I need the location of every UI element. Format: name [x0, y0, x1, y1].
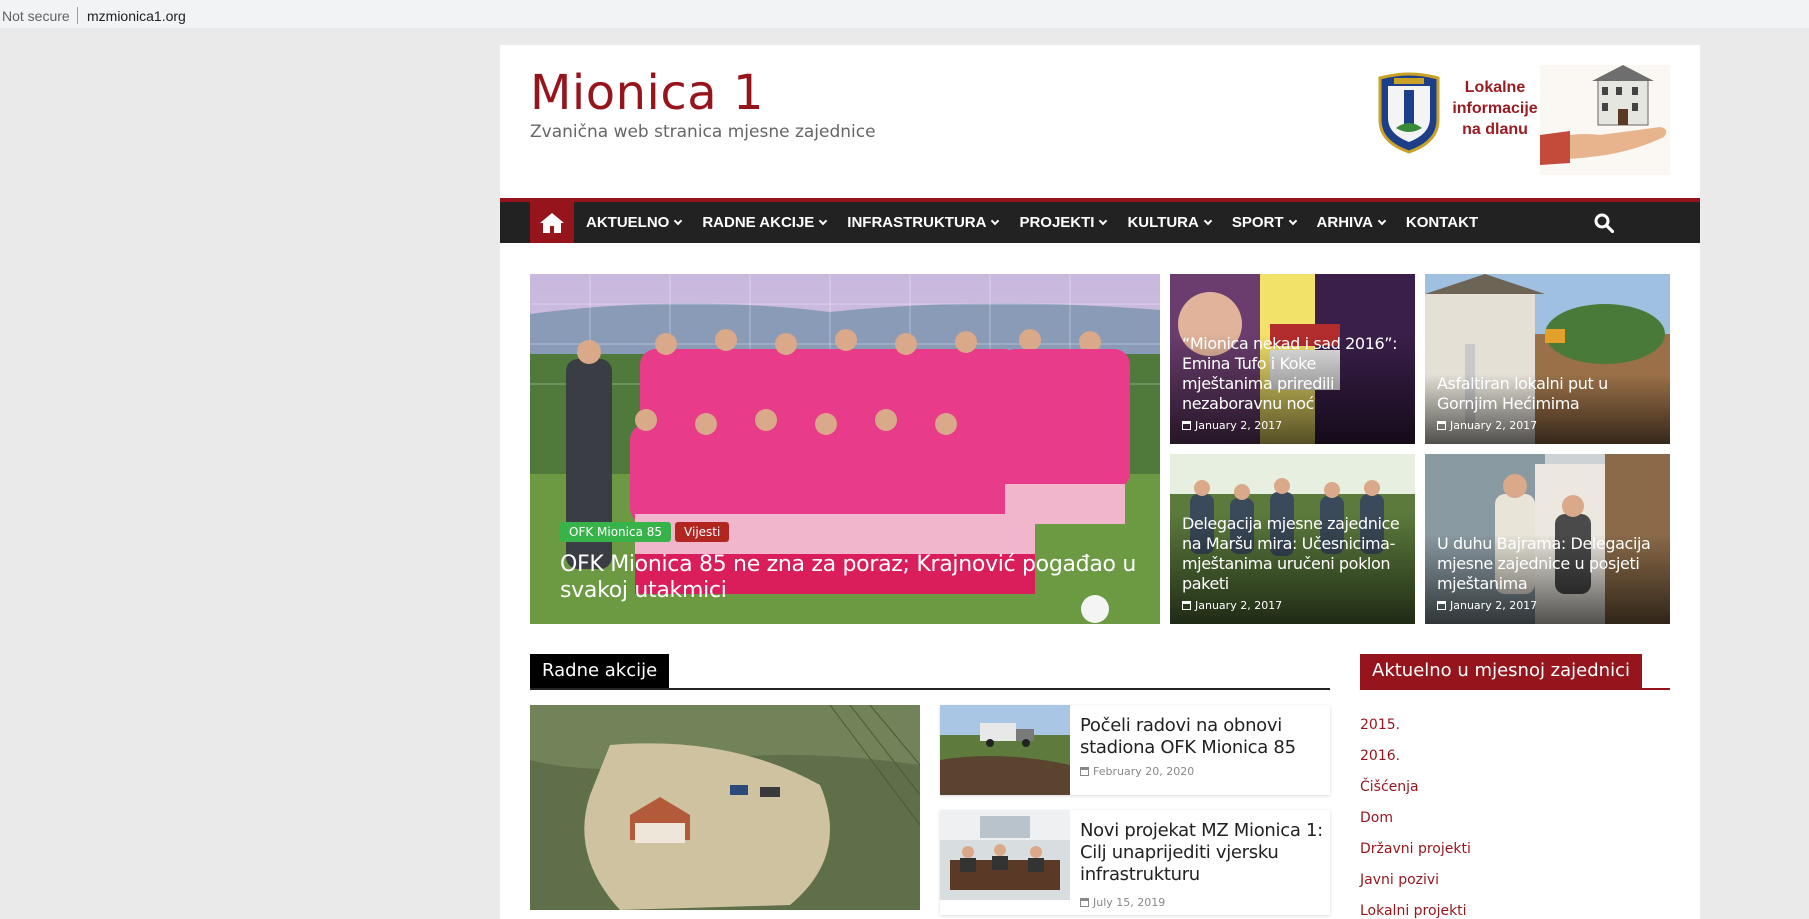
calendar-icon [1182, 601, 1191, 610]
post-thumbnail [940, 705, 1070, 795]
post-caption: Asfaltiran lokalni put u Gornjim Hećimim… [1425, 374, 1670, 444]
grid-post[interactable]: Asfaltiran lokalni put u Gornjim Hećimim… [1425, 274, 1670, 444]
post-title[interactable]: Delegacija mjesne zajednice na Maršu mir… [1182, 514, 1403, 594]
post-date-text: January 2, 2017 [1195, 599, 1283, 612]
browser-address-bar: Not secure mzmionica1.org [0, 0, 1809, 31]
post-title[interactable]: Počeli radovi na obnovi stadiona OFK Mio… [1080, 715, 1325, 759]
featured-post-caption: OFK Mionica 85 Vijesti OFK Mionica 85 ne … [560, 522, 1140, 604]
post-date-text: February 20, 2020 [1093, 765, 1195, 778]
calendar-icon [1437, 601, 1446, 610]
aerial-photo [530, 705, 920, 910]
post-title[interactable]: “Mionica nekad i sad 2016”: Emina Tufo i… [1182, 334, 1403, 414]
chevron-down-icon [1099, 216, 1108, 226]
stadium-works-image [940, 705, 1070, 795]
nav-item-label: KONTAKT [1405, 214, 1479, 231]
nav-item-label: INFRASTRUKTURA [847, 214, 987, 231]
chevron-down-icon [991, 216, 1000, 226]
chevron-down-icon [1288, 216, 1297, 226]
post-caption: Delegacija mjesne zajednice na Maršu mir… [1170, 514, 1415, 624]
post-date: July 15, 2019 [1080, 896, 1165, 909]
nav-item-label: KULTURA [1127, 214, 1199, 231]
chevron-down-icon [1377, 216, 1387, 226]
nav-item-label: ARHIVA [1316, 214, 1373, 231]
nav-item-label: RADNE AKCIJE [702, 214, 815, 231]
main-navigation: AKTUELNO RADNE AKCIJE INFRASTRUKTURA PRO… [500, 198, 1700, 243]
header-banner[interactable]: Lokalne informacije na dlanu [1376, 65, 1670, 175]
site-title[interactable]: Mionica 1 [530, 65, 764, 121]
category-link[interactable]: 2015. [1360, 710, 1471, 741]
post-date: January 2, 2017 [1437, 419, 1658, 432]
category-tag[interactable]: Vijesti [675, 522, 730, 542]
post-date-text: January 2, 2017 [1195, 419, 1283, 432]
category-tag[interactable]: OFK Mionica 85 [560, 522, 672, 542]
home-button[interactable] [530, 202, 574, 243]
category-link[interactable]: 2016. [1360, 741, 1471, 772]
post-caption: “Mionica nekad i sad 2016”: Emina Tufo i… [1170, 334, 1415, 444]
category-link[interactable]: Lokalni projekti [1360, 896, 1471, 919]
address-divider [77, 7, 78, 24]
post-thumbnail [940, 810, 1070, 900]
calendar-icon [1080, 898, 1089, 907]
section-header-radne-akcije: Radne akcije [530, 654, 1330, 690]
nav-item-radne-akcije[interactable]: RADNE AKCIJE [690, 202, 835, 243]
sidebar-title[interactable]: Aktuelno u mjesnoj zajednici [1360, 654, 1642, 688]
page-container: Mionica 1 Zvanična web stranica mjesne z… [500, 45, 1700, 919]
post-date: January 2, 2017 [1437, 599, 1658, 612]
section-title[interactable]: Radne akcije [530, 654, 670, 688]
sidebar-header: Aktuelno u mjesnoj zajednici [1360, 654, 1670, 690]
post-date: January 2, 2017 [1182, 599, 1403, 612]
calendar-icon [1437, 421, 1446, 430]
post-title[interactable]: Asfaltiran lokalni put u Gornjim Hećimim… [1437, 374, 1658, 414]
site-description: Zvanična web stranica mjesne zajednice [530, 122, 876, 142]
post-date-text: January 2, 2017 [1450, 599, 1538, 612]
nav-item-projekti[interactable]: PROJEKTI [1007, 202, 1115, 243]
category-link[interactable]: Državni projekti [1360, 834, 1471, 865]
category-link[interactable]: Čišćenja [1360, 772, 1471, 803]
calendar-icon [1080, 767, 1089, 776]
nav-item-aktuelno[interactable]: AKTUELNO [574, 202, 690, 243]
nav-item-label: AKTUELNO [586, 214, 670, 231]
nav-item-sport[interactable]: SPORT [1220, 202, 1305, 243]
category-list: 2015. 2016. Čišćenja Dom Državni projekt… [1360, 710, 1471, 919]
chevron-down-icon [819, 216, 828, 226]
nav-item-infrastruktura[interactable]: INFRASTRUKTURA [835, 202, 1007, 243]
search-icon[interactable] [1594, 213, 1614, 233]
calendar-icon [1182, 421, 1191, 430]
featured-post[interactable]: OFK Mionica 85 Vijesti OFK Mionica 85 ne … [530, 274, 1160, 624]
post-title[interactable]: U duhu Bajrama: Delegacija mjesne zajedn… [1437, 534, 1658, 594]
hand-with-house-image [1540, 65, 1670, 175]
url-field[interactable]: mzmionica1.org [87, 8, 186, 24]
grid-post[interactable]: U duhu Bajrama: Delegacija mjesne zajedn… [1425, 454, 1670, 624]
nav-item-arhiva[interactable]: ARHIVA [1305, 202, 1394, 243]
grid-post[interactable]: Delegacija mjesne zajednice na Maršu mir… [1170, 454, 1415, 624]
nav-item-kultura[interactable]: KULTURA [1115, 202, 1219, 243]
post-title[interactable]: Novi projekat MZ Mionica 1: Cilj unaprij… [1080, 820, 1325, 886]
post-date: January 2, 2017 [1182, 419, 1403, 432]
post-date: February 20, 2020 [1080, 765, 1194, 778]
coat-of-arms-icon [1378, 72, 1440, 154]
security-indicator[interactable]: Not secure [2, 8, 70, 24]
home-icon [540, 212, 564, 233]
post-date-text: July 15, 2019 [1093, 896, 1166, 909]
banner-text: Lokalne informacije na dlanu [1452, 79, 1538, 138]
featured-post-title[interactable]: OFK Mionica 85 ne zna za poraz; Krajnovi… [560, 552, 1140, 604]
nav-item-kontakt[interactable]: KONTAKT [1394, 202, 1487, 243]
category-link[interactable]: Dom [1360, 803, 1471, 834]
post-caption: U duhu Bajrama: Delegacija mjesne zajedn… [1425, 534, 1670, 624]
chevron-down-icon [1203, 216, 1213, 226]
list-item[interactable]: Počeli radovi na obnovi stadiona OFK Mio… [940, 705, 1330, 795]
category-link[interactable]: Javni pozivi [1360, 865, 1471, 896]
nav-item-label: PROJEKTI [1019, 214, 1095, 231]
section-lead-image[interactable] [530, 705, 920, 910]
grid-post[interactable]: “Mionica nekad i sad 2016”: Emina Tufo i… [1170, 274, 1415, 444]
list-item[interactable]: Novi projekat MZ Mionica 1: Cilj unaprij… [940, 810, 1330, 915]
meeting-image [940, 810, 1070, 900]
nav-item-label: SPORT [1231, 214, 1284, 231]
post-date-text: January 2, 2017 [1450, 419, 1538, 432]
chevron-down-icon [674, 216, 683, 226]
